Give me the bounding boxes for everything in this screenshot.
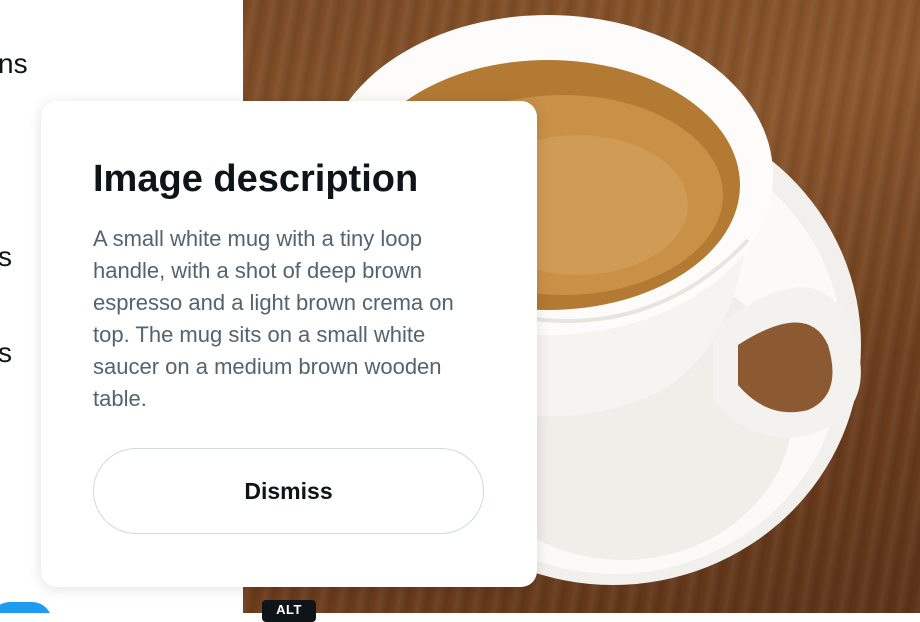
sidebar-item-fragment[interactable]: ns xyxy=(0,50,28,78)
dialog-description: A small white mug with a tiny loop handl… xyxy=(93,226,454,411)
sidebar-item-fragment[interactable]: s xyxy=(0,243,12,271)
image-description-dialog: Image description A small white mug with… xyxy=(41,101,537,587)
dialog-title: Image description xyxy=(93,158,419,200)
compose-button[interactable] xyxy=(0,602,52,613)
alt-badge[interactable]: ALT xyxy=(262,600,316,622)
dismiss-button[interactable]: Dismiss xyxy=(93,448,484,534)
sidebar-item-fragment[interactable]: s xyxy=(0,339,12,367)
